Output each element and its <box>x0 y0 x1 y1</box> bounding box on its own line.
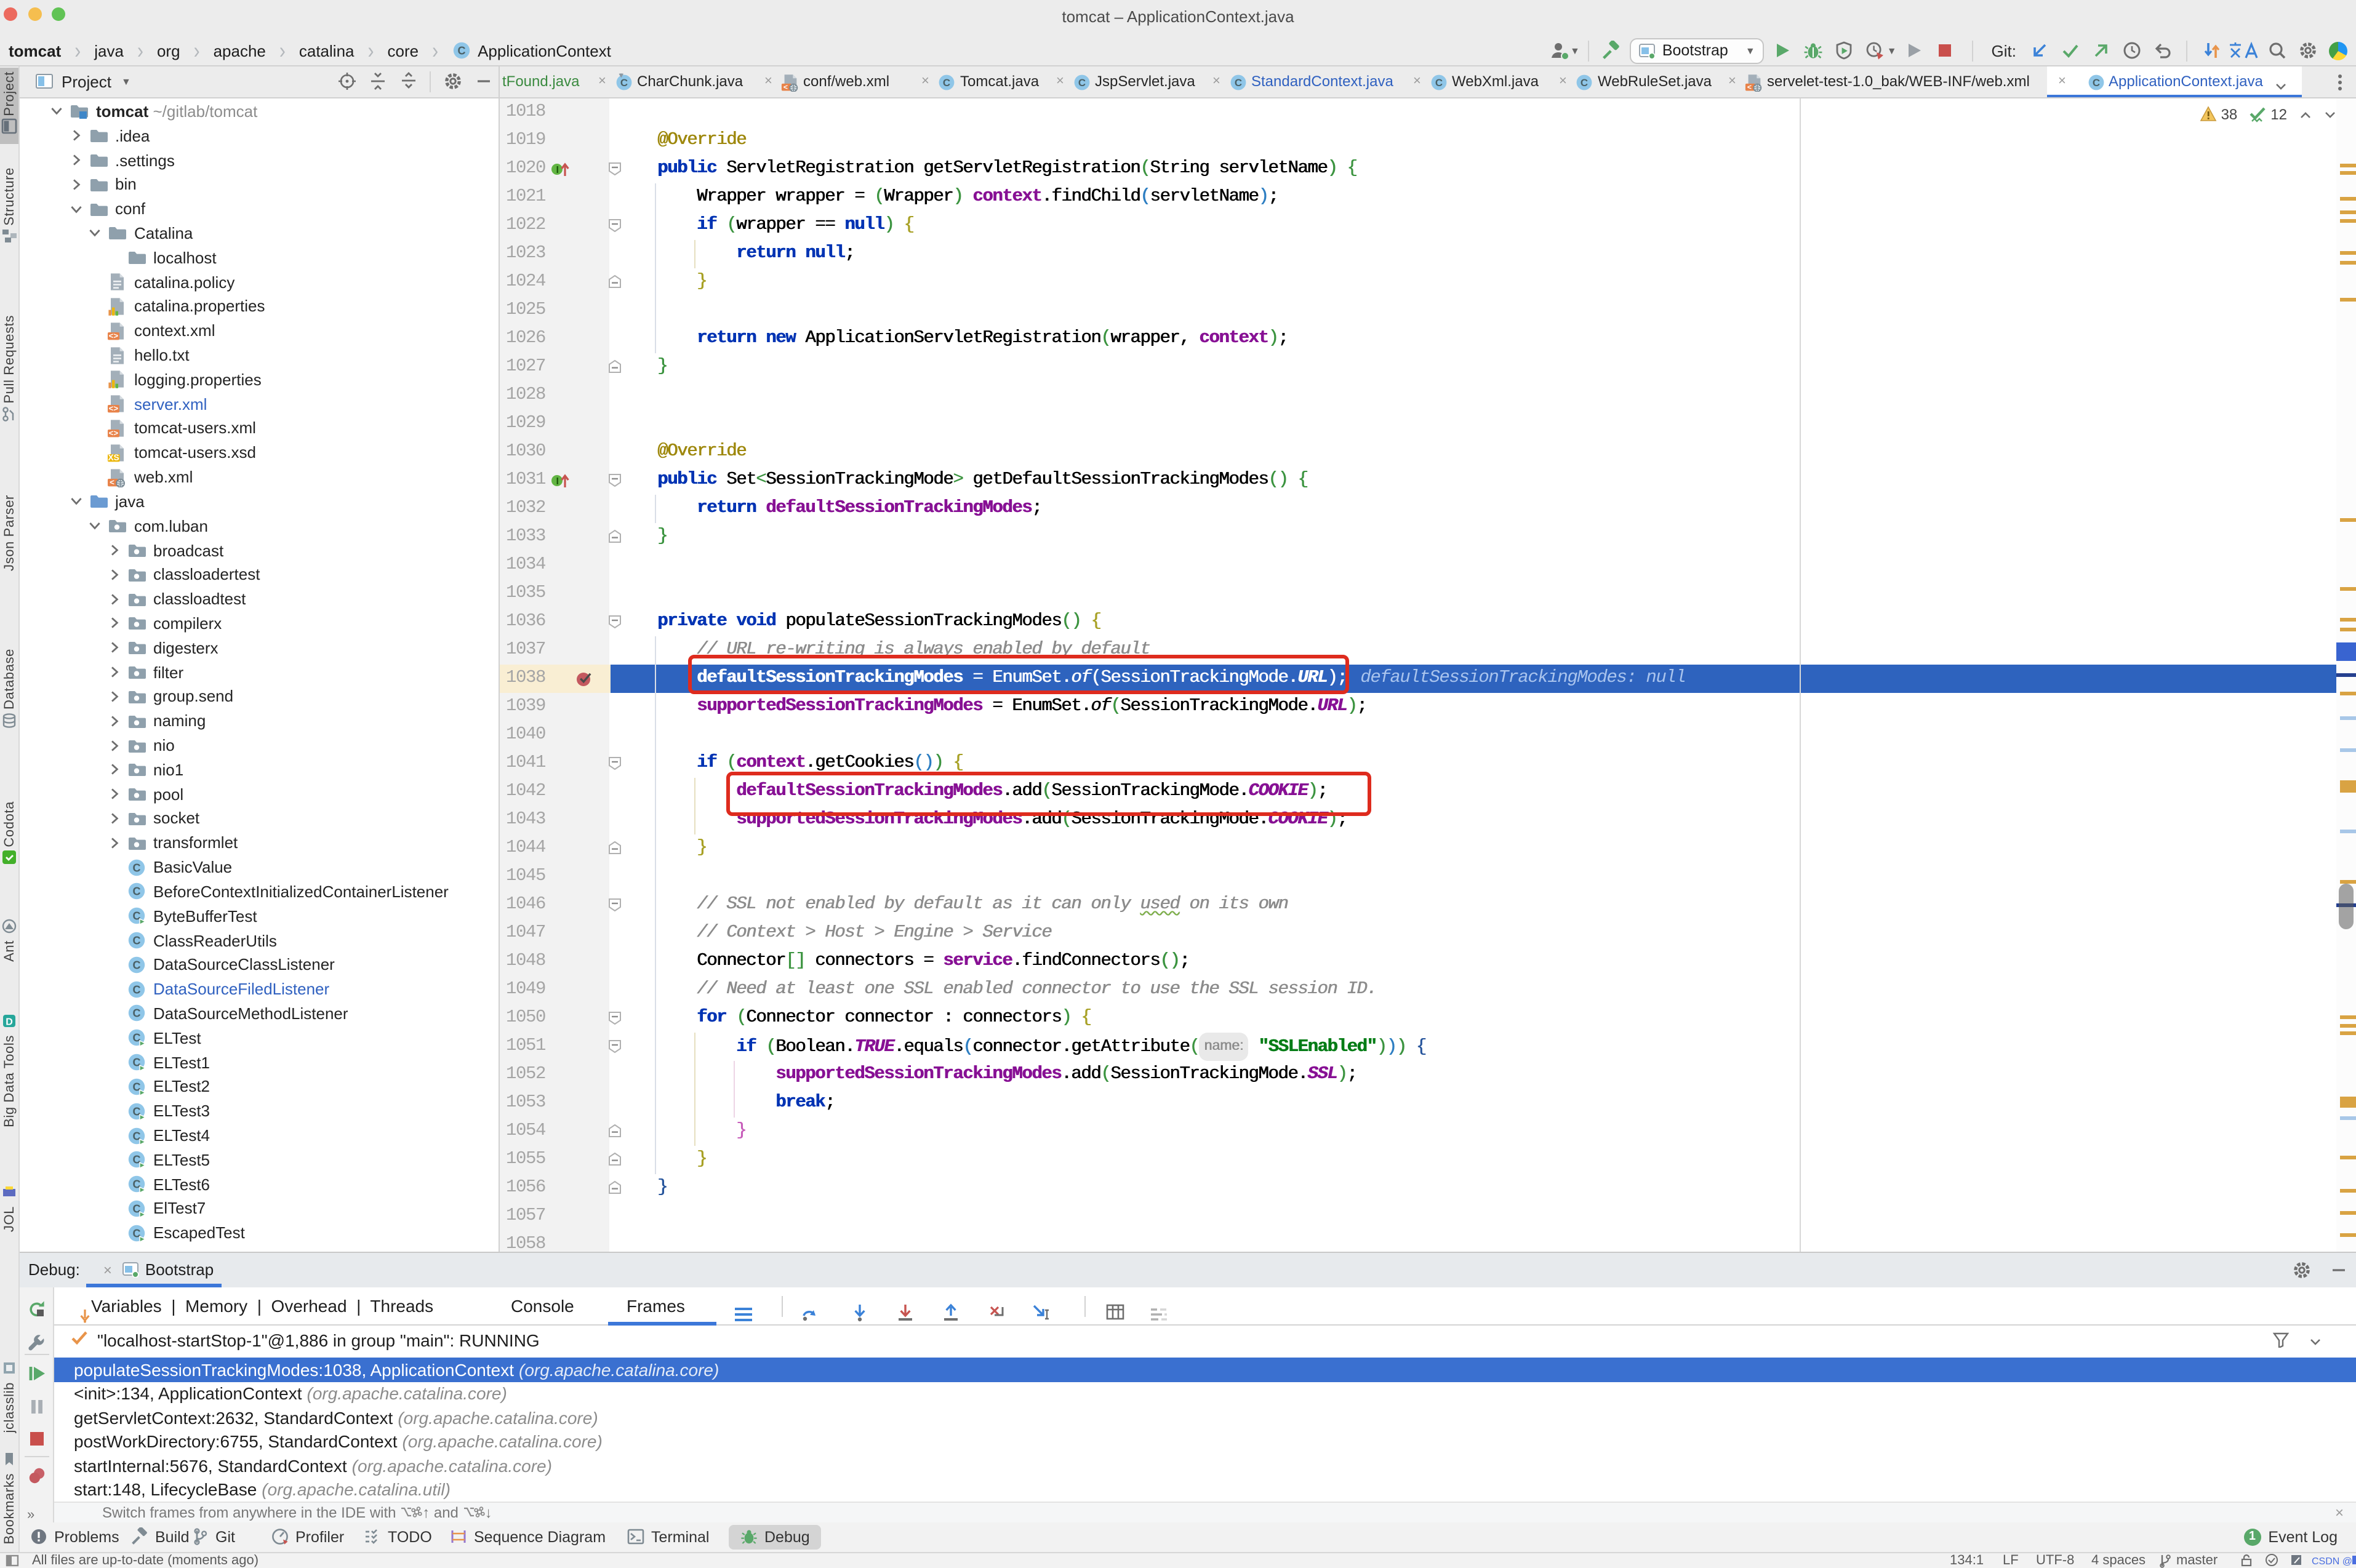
svg-text:<: < <box>110 478 114 487</box>
svg-text:C: C <box>132 959 140 971</box>
svg-text:C: C <box>132 862 140 874</box>
svg-text:C: C <box>132 886 140 898</box>
svg-text:C: C <box>132 1007 140 1020</box>
svg-text:C: C <box>458 44 466 57</box>
svg-text:C: C <box>1581 76 1588 88</box>
svg-text:XS: XS <box>108 453 119 462</box>
svg-text:<: < <box>783 82 787 91</box>
svg-text:<>: <> <box>109 429 119 438</box>
svg-text:C: C <box>132 934 140 946</box>
svg-text:C: C <box>132 983 140 996</box>
svg-text:<>: <> <box>109 331 119 340</box>
svg-text:C: C <box>620 76 627 88</box>
svg-text:C: C <box>1078 76 1085 88</box>
svg-text:<>: <> <box>109 404 119 414</box>
svg-text:C: C <box>1234 76 1241 88</box>
svg-text:D: D <box>6 1017 13 1028</box>
svg-text:C: C <box>1435 76 1442 88</box>
svg-text:C: C <box>2092 76 2099 88</box>
svg-text:<: < <box>1747 82 1751 91</box>
svg-text:C: C <box>943 76 950 88</box>
